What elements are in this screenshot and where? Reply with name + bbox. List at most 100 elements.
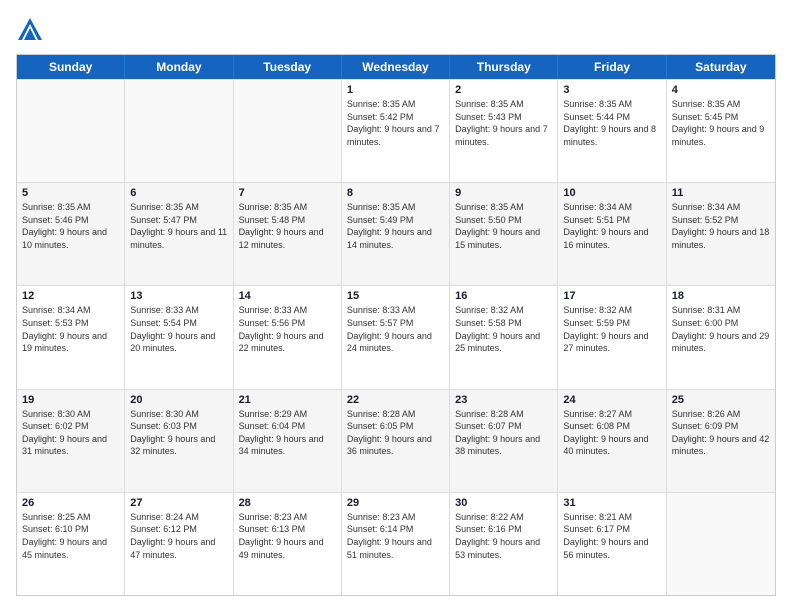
day-number: 22 [347, 394, 444, 406]
cal-cell: 5 Sunrise: 8:35 AM Sunset: 5:46 PM Daylig… [17, 183, 125, 285]
header-cell-friday: Friday [558, 55, 666, 79]
cal-cell [125, 80, 233, 182]
calendar: SundayMondayTuesdayWednesdayThursdayFrid… [16, 54, 776, 596]
cell-info: Sunrise: 8:33 AM Sunset: 5:54 PM Dayligh… [130, 304, 227, 354]
day-number: 30 [455, 497, 552, 509]
cell-info: Sunrise: 8:22 AM Sunset: 6:16 PM Dayligh… [455, 511, 552, 561]
cal-cell: 21 Sunrise: 8:29 AM Sunset: 6:04 PM Dayli… [234, 390, 342, 492]
week-row-2: 5 Sunrise: 8:35 AM Sunset: 5:46 PM Daylig… [17, 182, 775, 285]
day-number: 12 [22, 290, 119, 302]
day-number: 29 [347, 497, 444, 509]
cell-info: Sunrise: 8:25 AM Sunset: 6:10 PM Dayligh… [22, 511, 119, 561]
cal-cell: 1Sunrise: 8:35 AM Sunset: 5:42 PM Daylig… [342, 80, 450, 182]
day-number: 5 [22, 187, 119, 199]
calendar-header: SundayMondayTuesdayWednesdayThursdayFrid… [17, 55, 775, 79]
cell-info: Sunrise: 8:35 AM Sunset: 5:50 PM Dayligh… [455, 201, 552, 251]
logo-icon [16, 16, 44, 44]
day-number: 15 [347, 290, 444, 302]
week-row-5: 26 Sunrise: 8:25 AM Sunset: 6:10 PM Dayli… [17, 492, 775, 595]
cell-info: Sunrise: 8:26 AM Sunset: 6:09 PM Dayligh… [672, 408, 770, 458]
day-number: 8 [347, 187, 444, 199]
cell-info: Sunrise: 8:30 AM Sunset: 6:03 PM Dayligh… [130, 408, 227, 458]
cal-cell: 28 Sunrise: 8:23 AM Sunset: 6:13 PM Dayli… [234, 493, 342, 595]
cell-info: Sunrise: 8:34 AM Sunset: 5:52 PM Dayligh… [672, 201, 770, 251]
cell-info: Sunrise: 8:35 AM Sunset: 5:43 PM Dayligh… [455, 98, 552, 148]
day-number: 13 [130, 290, 227, 302]
cell-info: Sunrise: 8:35 AM Sunset: 5:49 PM Dayligh… [347, 201, 444, 251]
cell-info: Sunrise: 8:23 AM Sunset: 6:13 PM Dayligh… [239, 511, 336, 561]
day-number: 10 [563, 187, 660, 199]
day-number: 19 [22, 394, 119, 406]
cell-info: Sunrise: 8:34 AM Sunset: 5:51 PM Dayligh… [563, 201, 660, 251]
cell-info: Sunrise: 8:28 AM Sunset: 6:07 PM Dayligh… [455, 408, 552, 458]
header-cell-monday: Monday [125, 55, 233, 79]
cell-info: Sunrise: 8:32 AM Sunset: 5:58 PM Dayligh… [455, 304, 552, 354]
day-number: 9 [455, 187, 552, 199]
cal-cell: 22 Sunrise: 8:28 AM Sunset: 6:05 PM Dayli… [342, 390, 450, 492]
day-number: 2 [455, 84, 552, 96]
header-cell-saturday: Saturday [667, 55, 775, 79]
cal-cell: 19Sunrise: 8:30 AM Sunset: 6:02 PM Dayli… [17, 390, 125, 492]
day-number: 11 [672, 187, 770, 199]
header-cell-thursday: Thursday [450, 55, 558, 79]
cal-cell: 7 Sunrise: 8:35 AM Sunset: 5:48 PM Daylig… [234, 183, 342, 285]
day-number: 23 [455, 394, 552, 406]
cal-cell: 12 Sunrise: 8:34 AM Sunset: 5:53 PM Dayli… [17, 286, 125, 388]
page: SundayMondayTuesdayWednesdayThursdayFrid… [0, 0, 792, 612]
cal-cell: 23 Sunrise: 8:28 AM Sunset: 6:07 PM Dayli… [450, 390, 558, 492]
day-number: 27 [130, 497, 227, 509]
header-cell-wednesday: Wednesday [342, 55, 450, 79]
cal-cell: 11 Sunrise: 8:34 AM Sunset: 5:52 PM Dayli… [667, 183, 775, 285]
day-number: 17 [563, 290, 660, 302]
cal-cell: 4 Sunrise: 8:35 AM Sunset: 5:45 PM Daylig… [667, 80, 775, 182]
cell-info: Sunrise: 8:35 AM Sunset: 5:46 PM Dayligh… [22, 201, 119, 251]
cal-cell: 26 Sunrise: 8:25 AM Sunset: 6:10 PM Dayli… [17, 493, 125, 595]
cell-info: Sunrise: 8:21 AM Sunset: 6:17 PM Dayligh… [563, 511, 660, 561]
cal-cell: 31 Sunrise: 8:21 AM Sunset: 6:17 PM Dayli… [558, 493, 666, 595]
cal-cell: 3 Sunrise: 8:35 AM Sunset: 5:44 PM Daylig… [558, 80, 666, 182]
cell-info: Sunrise: 8:35 AM Sunset: 5:47 PM Dayligh… [130, 201, 227, 251]
cal-cell: 2 Sunrise: 8:35 AM Sunset: 5:43 PM Daylig… [450, 80, 558, 182]
day-number: 31 [563, 497, 660, 509]
cell-info: Sunrise: 8:31 AM Sunset: 6:00 PM Dayligh… [672, 304, 770, 354]
day-number: 24 [563, 394, 660, 406]
day-number: 26 [22, 497, 119, 509]
cal-cell: 27 Sunrise: 8:24 AM Sunset: 6:12 PM Dayli… [125, 493, 233, 595]
cell-info: Sunrise: 8:23 AM Sunset: 6:14 PM Dayligh… [347, 511, 444, 561]
day-number: 28 [239, 497, 336, 509]
day-number: 3 [563, 84, 660, 96]
cell-info: Sunrise: 8:33 AM Sunset: 5:57 PM Dayligh… [347, 304, 444, 354]
cell-info: Sunrise: 8:27 AM Sunset: 6:08 PM Dayligh… [563, 408, 660, 458]
day-number: 21 [239, 394, 336, 406]
cell-info: Sunrise: 8:35 AM Sunset: 5:45 PM Dayligh… [672, 98, 770, 148]
cell-info: Sunrise: 8:29 AM Sunset: 6:04 PM Dayligh… [239, 408, 336, 458]
cell-info: Sunrise: 8:35 AM Sunset: 5:44 PM Dayligh… [563, 98, 660, 148]
cal-cell: 9 Sunrise: 8:35 AM Sunset: 5:50 PM Daylig… [450, 183, 558, 285]
logo [16, 16, 48, 44]
cal-cell [234, 80, 342, 182]
day-number: 4 [672, 84, 770, 96]
cal-cell: 25 Sunrise: 8:26 AM Sunset: 6:09 PM Dayli… [667, 390, 775, 492]
day-number: 25 [672, 394, 770, 406]
cal-cell: 15 Sunrise: 8:33 AM Sunset: 5:57 PM Dayli… [342, 286, 450, 388]
cell-info: Sunrise: 8:24 AM Sunset: 6:12 PM Dayligh… [130, 511, 227, 561]
cell-info: Sunrise: 8:35 AM Sunset: 5:42 PM Dayligh… [347, 98, 444, 148]
header-cell-tuesday: Tuesday [234, 55, 342, 79]
header-cell-sunday: Sunday [17, 55, 125, 79]
week-row-3: 12 Sunrise: 8:34 AM Sunset: 5:53 PM Dayli… [17, 285, 775, 388]
cell-info: Sunrise: 8:28 AM Sunset: 6:05 PM Dayligh… [347, 408, 444, 458]
week-row-1: 1Sunrise: 8:35 AM Sunset: 5:42 PM Daylig… [17, 79, 775, 182]
cell-info: Sunrise: 8:33 AM Sunset: 5:56 PM Dayligh… [239, 304, 336, 354]
day-number: 14 [239, 290, 336, 302]
cal-cell [667, 493, 775, 595]
cell-info: Sunrise: 8:34 AM Sunset: 5:53 PM Dayligh… [22, 304, 119, 354]
cal-cell [17, 80, 125, 182]
day-number: 6 [130, 187, 227, 199]
day-number: 7 [239, 187, 336, 199]
calendar-body: 1Sunrise: 8:35 AM Sunset: 5:42 PM Daylig… [17, 79, 775, 595]
cal-cell: 8 Sunrise: 8:35 AM Sunset: 5:49 PM Daylig… [342, 183, 450, 285]
cell-info: Sunrise: 8:35 AM Sunset: 5:48 PM Dayligh… [239, 201, 336, 251]
cell-info: Sunrise: 8:32 AM Sunset: 5:59 PM Dayligh… [563, 304, 660, 354]
cal-cell: 14 Sunrise: 8:33 AM Sunset: 5:56 PM Dayli… [234, 286, 342, 388]
cal-cell: 10 Sunrise: 8:34 AM Sunset: 5:51 PM Dayli… [558, 183, 666, 285]
